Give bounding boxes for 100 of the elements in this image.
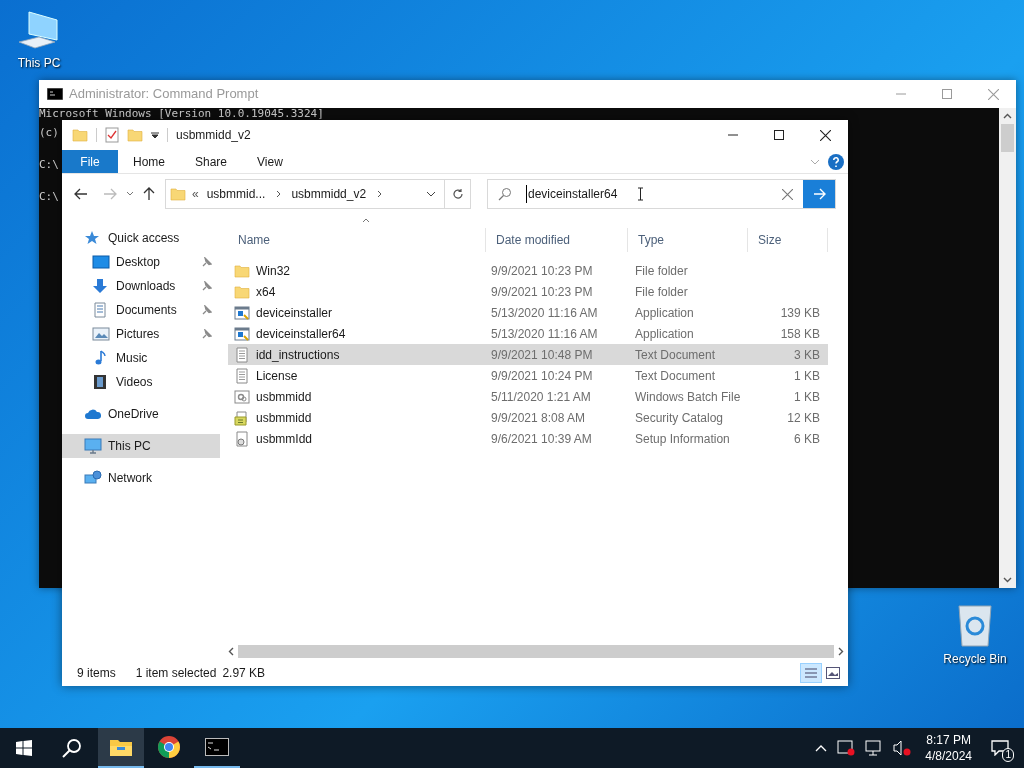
ribbon-tab[interactable]: Share bbox=[180, 150, 243, 173]
ribbon-tab[interactable]: View bbox=[242, 150, 298, 173]
file-row[interactable]: idd_instructions 9/9/2021 10:48 PM Text Document 3 KB bbox=[228, 344, 828, 365]
date-cell-text: 5/11/2020 1:21 AM bbox=[490, 388, 592, 406]
chevron-down-icon[interactable] bbox=[426, 191, 436, 197]
application-icon bbox=[234, 304, 250, 321]
nav-item[interactable]: Quick access bbox=[62, 226, 220, 250]
chevron-up-icon[interactable] bbox=[815, 744, 828, 752]
file-row[interactable]: x64 9/9/2021 10:23 PM File folder bbox=[228, 281, 828, 302]
notification-count: 1 bbox=[1002, 748, 1014, 762]
help-icon[interactable] bbox=[828, 153, 844, 170]
file-name: deviceinstaller bbox=[256, 304, 333, 322]
refresh-icon bbox=[451, 188, 464, 200]
up-arrow-icon[interactable] bbox=[143, 187, 155, 201]
console-line: Microsoft Windows [Version 10.0.19045.3324] bbox=[39, 108, 324, 119]
security-alert-icon[interactable] bbox=[837, 740, 856, 756]
console-line: C:\ bbox=[39, 191, 59, 202]
file-row[interactable]: Win32 9/9/2021 10:23 PM File folder bbox=[228, 260, 828, 281]
type-cell-text: Text Document bbox=[634, 367, 717, 385]
date-cell-text: 5/13/2020 11:16 AM bbox=[490, 325, 599, 343]
window-title: usbmmidd_v2 bbox=[176, 127, 251, 144]
pin-icon bbox=[202, 257, 212, 267]
nav-item[interactable]: Videos bbox=[62, 370, 220, 394]
certificate-icon bbox=[234, 409, 250, 426]
film-icon bbox=[92, 374, 108, 390]
type-cell-text: Text Document bbox=[634, 346, 717, 364]
file-row[interactable]: deviceinstaller 5/13/2020 11:16 AM Application 139 KB bbox=[228, 302, 828, 323]
close-icon bbox=[819, 129, 831, 141]
nav-item[interactable]: Pictures bbox=[62, 322, 220, 346]
clock[interactable]: 8:17 PM 4/8/2024 bbox=[921, 732, 976, 764]
size-cell-text: 1 KB bbox=[793, 388, 820, 406]
file-row[interactable]: License 9/9/2021 10:24 PM Text Document 1 KB bbox=[228, 365, 828, 386]
file-row[interactable]: usbmmidd 9/9/2021 8:08 AM Security Catalog 12 KB bbox=[228, 407, 828, 428]
file-name: usbmmIdd bbox=[256, 430, 313, 448]
ribbon-tab[interactable]: File bbox=[62, 150, 118, 173]
gear-document-icon bbox=[234, 388, 250, 405]
back-arrow-icon[interactable] bbox=[74, 188, 88, 200]
console-line: C:\ bbox=[39, 159, 59, 170]
text-cursor-icon bbox=[637, 187, 645, 201]
download-arrow-icon bbox=[92, 278, 108, 294]
properties-icon[interactable] bbox=[105, 127, 119, 143]
column-header[interactable]: Name bbox=[228, 228, 486, 252]
search-go-button[interactable] bbox=[803, 180, 835, 208]
type-cell-text: File folder bbox=[634, 262, 689, 280]
desktop-icon-label[interactable]: This PC bbox=[17, 54, 61, 72]
new-folder-icon bbox=[127, 127, 143, 143]
ribbon-tab[interactable]: Home bbox=[118, 150, 180, 173]
chevron-down-icon[interactable] bbox=[126, 191, 134, 197]
computer-icon bbox=[84, 438, 102, 454]
taskbar-app[interactable] bbox=[98, 728, 144, 768]
column-header[interactable]: Type bbox=[628, 228, 748, 252]
console-icon bbox=[47, 88, 63, 100]
clear-icon[interactable] bbox=[782, 188, 793, 200]
type-cell-text: File folder bbox=[634, 283, 689, 301]
browser-icon bbox=[157, 735, 181, 759]
nav-item[interactable]: Desktop bbox=[62, 250, 220, 274]
nav-item[interactable]: OneDrive bbox=[62, 402, 220, 426]
type-cell-text: Setup Information bbox=[634, 430, 731, 448]
pin-icon bbox=[202, 329, 212, 339]
nav-item[interactable]: Network bbox=[62, 466, 220, 490]
nav-item[interactable]: Music bbox=[62, 346, 220, 370]
maximize-icon bbox=[774, 130, 784, 140]
breadcrumb[interactable]: usbmmidd_v2 bbox=[291, 185, 367, 203]
file-row[interactable]: deviceinstaller64 5/13/2020 11:16 AM Application 158 KB bbox=[228, 323, 828, 344]
type-cell-text: Windows Batch File bbox=[634, 388, 742, 406]
column-header[interactable]: Date modified bbox=[486, 228, 628, 252]
dropdown-arrow-icon[interactable] bbox=[151, 131, 159, 139]
size-cell-text: 139 KB bbox=[779, 304, 820, 322]
file-row[interactable]: usbmmidd 5/11/2020 1:21 AM Windows Batch File 1 KB bbox=[228, 386, 828, 407]
nav-item[interactable]: Downloads bbox=[62, 274, 220, 298]
search-icon bbox=[498, 187, 512, 201]
speech-bubble-icon bbox=[991, 740, 1009, 756]
network-icon[interactable] bbox=[865, 740, 884, 756]
nav-item[interactable]: Documents bbox=[62, 298, 220, 322]
notification-button[interactable]: 1 bbox=[986, 736, 1014, 760]
breadcrumb[interactable]: usbmmid... bbox=[206, 185, 266, 203]
document-icon bbox=[234, 346, 250, 363]
size-cell-text: 12 KB bbox=[786, 409, 820, 427]
scrollbar[interactable] bbox=[999, 108, 1016, 588]
file-row[interactable]: usbmmIdd 9/6/2021 10:39 AM Setup Information 6 KB bbox=[228, 428, 828, 449]
column-header[interactable]: Size bbox=[748, 228, 828, 252]
folder-icon bbox=[234, 262, 250, 279]
application-icon bbox=[234, 325, 250, 342]
file-name: deviceinstaller64 bbox=[256, 325, 346, 343]
console-icon bbox=[205, 738, 229, 756]
network-icon bbox=[84, 470, 102, 486]
size-cell-text: 1 KB bbox=[793, 367, 820, 385]
gear-document-icon bbox=[234, 430, 250, 447]
scroll-thumb[interactable] bbox=[238, 645, 834, 658]
search-field[interactable]: deviceinstaller64 bbox=[487, 179, 836, 209]
address-bar[interactable]: « usbmmid... usbmmidd_v2 bbox=[165, 179, 471, 209]
console-line: (c) bbox=[39, 127, 59, 138]
size-cell-text: 6 KB bbox=[793, 430, 820, 448]
selection-size: 2.97 KB bbox=[222, 665, 266, 682]
scroll-thumb[interactable] bbox=[1001, 124, 1014, 152]
nav-item[interactable]: This PC bbox=[62, 434, 220, 458]
speaker-muted-icon[interactable] bbox=[893, 740, 912, 756]
folder-icon bbox=[109, 737, 133, 757]
desktop-icon-label[interactable]: Recycle Bin bbox=[943, 650, 1007, 668]
large-icons-view-icon[interactable] bbox=[826, 667, 840, 679]
